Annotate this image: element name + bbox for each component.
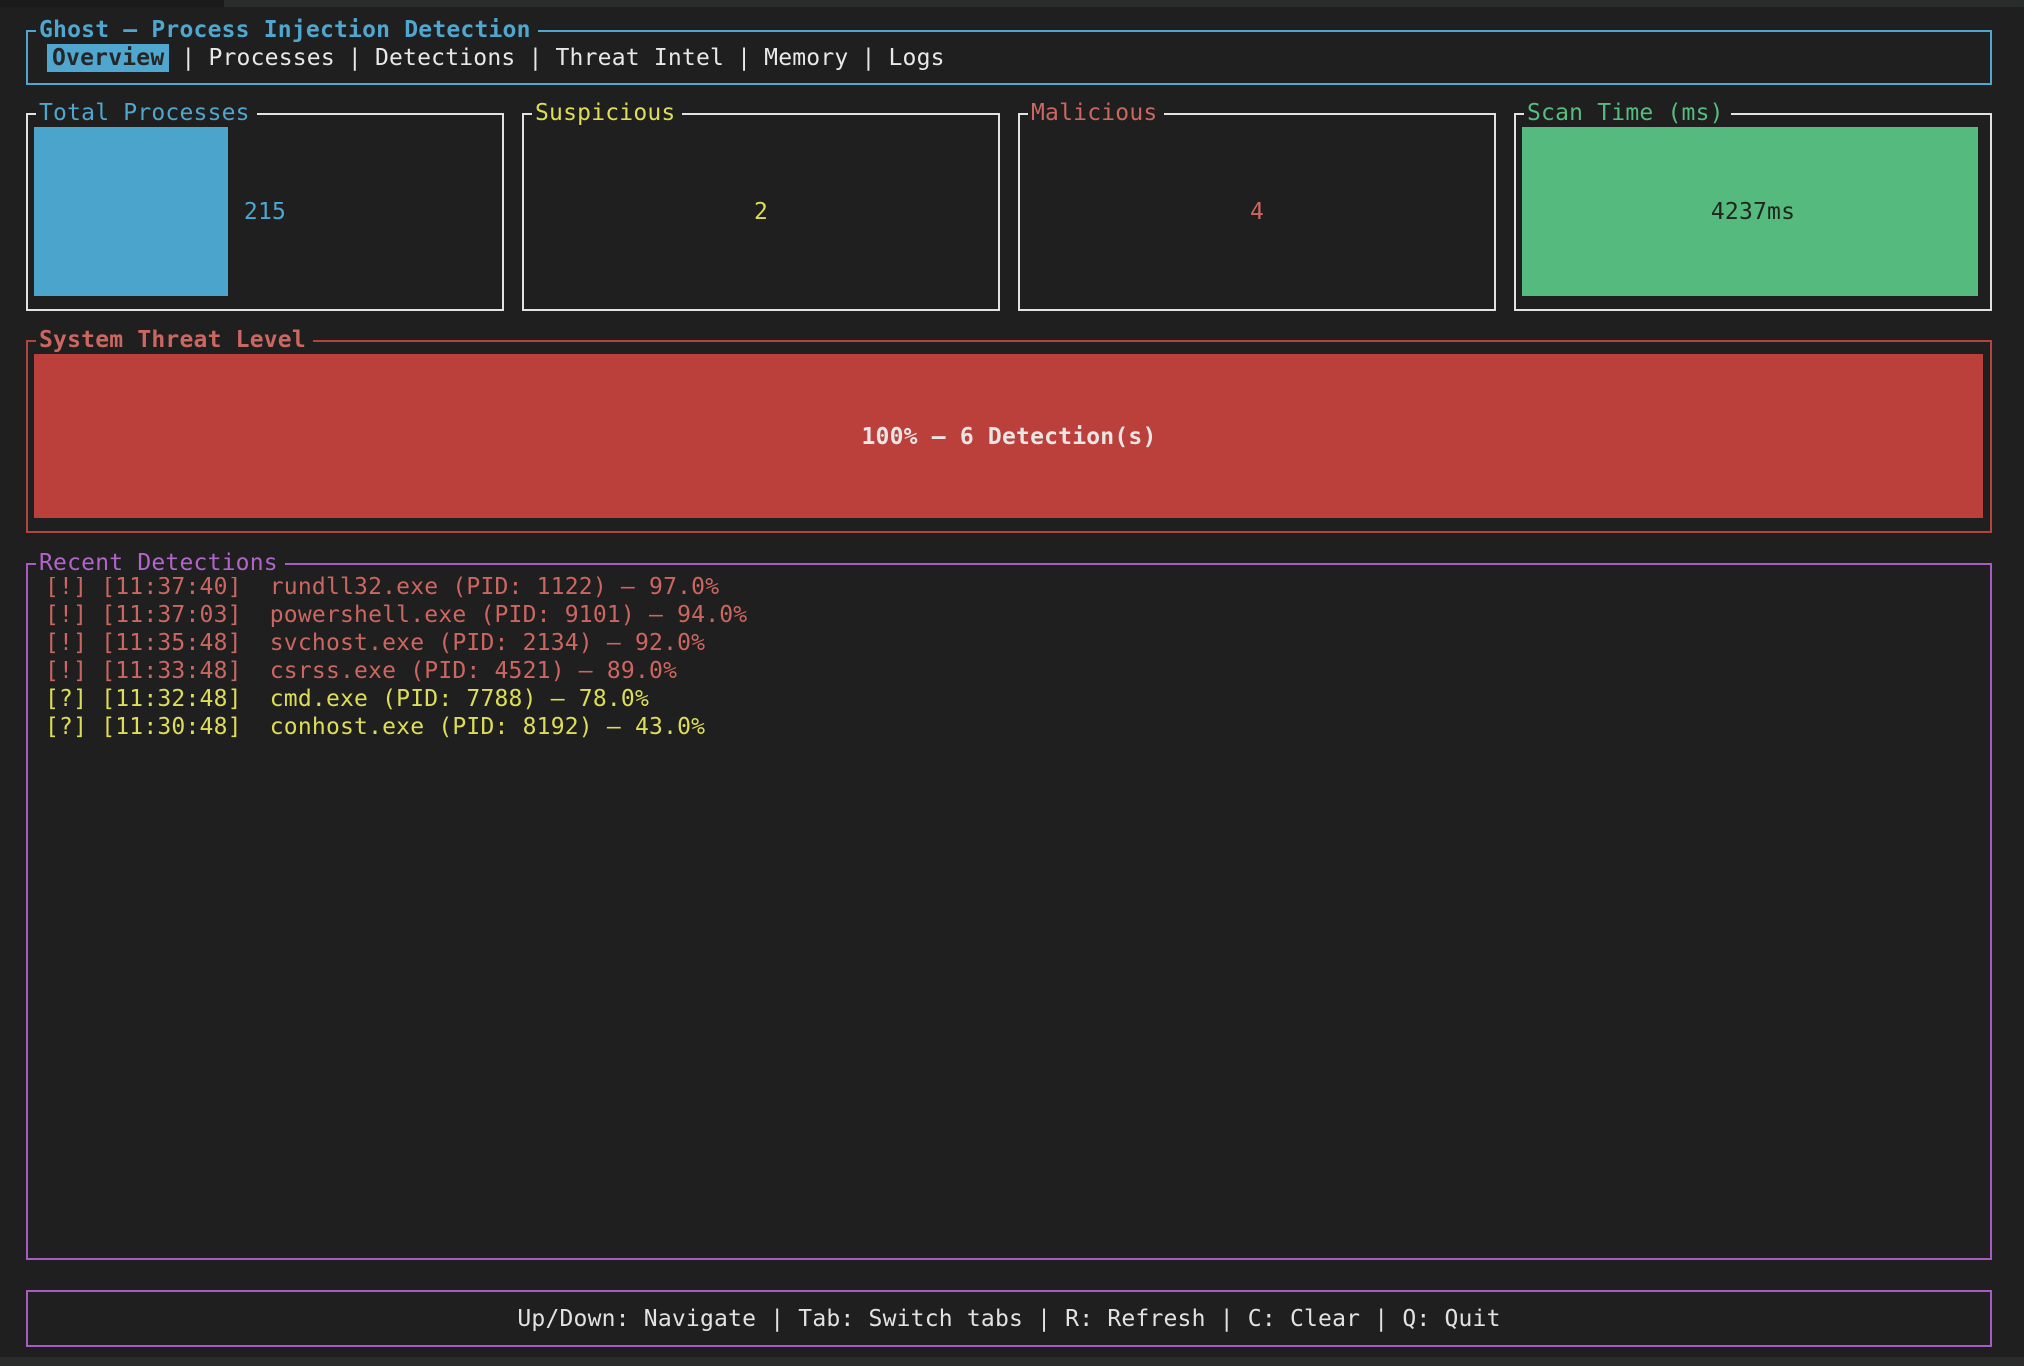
stat-scan-time: Scan Time (ms) 4237ms [1514,113,1992,311]
recent-detections-panel: Recent Detections [!] [11:37:40] rundll3… [26,563,1992,1260]
tab-memory[interactable]: Memory [763,45,849,71]
tab-separator: | [725,45,763,71]
stat-suspicious: Suspicious 2 [522,113,1000,311]
keybindings-panel: Up/Down: Navigate | Tab: Switch tabs | R… [26,1290,1992,1347]
detection-row[interactable]: [!] [11:37:40] rundll32.exe (PID: 1122) … [45,573,1990,601]
tab-separator: | [849,45,887,71]
detections-list: [!] [11:37:40] rundll32.exe (PID: 1122) … [28,565,1990,741]
tab-separator: | [516,45,554,71]
header-panel: Ghost — Process Injection Detection Over… [26,30,1992,85]
stat-malicious: Malicious 4 [1018,113,1496,311]
window-chrome-bottom [0,1357,2024,1366]
window-chrome-top-left [0,0,224,7]
recent-detections-title: Recent Detections [36,550,285,577]
scan-time-value: 4237ms [1516,115,1990,309]
stats-row: Total Processes 215 Suspicious 2 Malicio… [26,113,1992,311]
tab-threat-intel[interactable]: Threat Intel [555,45,726,71]
suspicious-value: 2 [524,115,998,309]
detection-row[interactable]: [!] [11:33:48] csrss.exe (PID: 4521) — 8… [45,657,1990,685]
detection-row[interactable]: [!] [11:37:03] powershell.exe (PID: 9101… [45,601,1990,629]
tab-logs[interactable]: Logs [888,45,946,71]
tab-detections[interactable]: Detections [374,45,516,71]
threat-level-label: 100% — 6 Detection(s) [28,342,1990,531]
detection-row[interactable]: [?] [11:32:48] cmd.exe (PID: 7788) — 78.… [45,685,1990,713]
detection-row[interactable]: [?] [11:30:48] conhost.exe (PID: 8192) —… [45,713,1990,741]
window-chrome-top [0,0,2024,7]
tab-processes[interactable]: Processes [207,45,335,71]
app-title: Ghost — Process Injection Detection [36,17,538,44]
malicious-value: 4 [1020,115,1494,309]
total-processes-value: 215 [28,115,502,309]
tab-overview[interactable]: Overview [47,44,169,72]
tab-separator: | [169,45,207,71]
stat-total-processes: Total Processes 215 [26,113,504,311]
terminal-screen: Ghost — Process Injection Detection Over… [0,0,2024,1366]
tab-separator: | [336,45,374,71]
detection-row[interactable]: [!] [11:35:48] svchost.exe (PID: 2134) —… [45,629,1990,657]
threat-level-panel: System Threat Level 100% — 6 Detection(s… [26,340,1992,533]
keybindings-hints: Up/Down: Navigate | Tab: Switch tabs | R… [28,1292,1990,1345]
